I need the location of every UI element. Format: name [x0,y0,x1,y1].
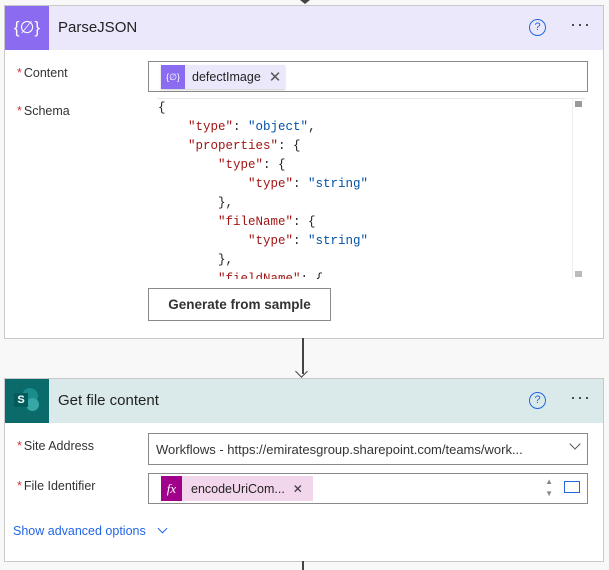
schema-label: * Schema [17,104,70,118]
site-address-value: Workflows - https://emiratesgroup.sharep… [156,442,523,457]
token-label: encodeUriCom... [191,481,285,496]
schema-line: }, [158,196,234,210]
schema-editor[interactable]: { "type": "object", "properties": { "typ… [157,98,585,279]
more-options-icon[interactable]: ··· [570,14,591,35]
schema-line: }, [158,253,234,267]
site-address-label: * Site Address [17,439,95,453]
content-token[interactable]: {∅} defectImage ✕ [161,65,286,89]
file-identifier-label: * File Identifier [17,479,96,493]
connector-line-bottom [302,561,304,570]
schema-line: "fieldName": { [218,272,324,279]
schema-line: "type": "string" [248,234,369,248]
site-address-dropdown[interactable]: Workflows - https://emiratesgroup.sharep… [148,433,588,465]
get-file-content-card: S Get file content ? ··· * Site Address W… [4,378,604,562]
folder-icon[interactable] [564,481,580,493]
remove-token-icon[interactable]: ✕ [293,482,303,496]
variable-icon: {∅} [161,65,185,89]
editor-scrollbar[interactable] [572,99,585,279]
remove-token-icon[interactable]: ✕ [269,68,282,86]
card-header[interactable]: S Get file content ? ··· [5,379,603,423]
schema-line: "type": "string" [248,177,369,191]
parse-json-card: {∅} ParseJSON ? ··· * Content {∅} defectI… [4,5,604,339]
token-label: defectImage [192,70,261,84]
content-input[interactable]: {∅} defectImage ✕ [148,61,588,92]
card-header[interactable]: {∅} ParseJSON ? ··· [5,6,603,50]
connector-arrow-top [300,0,310,4]
schema-line: { [158,101,166,115]
parse-json-icon: {∅} [5,6,49,50]
card-title: Get file content [58,392,159,409]
scroll-arrows-icon[interactable]: ▲ ▼ [545,476,553,500]
chevron-down-icon [157,523,168,534]
help-icon[interactable]: ? [529,392,546,409]
generate-from-sample-button[interactable]: Generate from sample [148,288,331,321]
sharepoint-icon: S [5,379,49,423]
schema-line: "type": "object", [188,120,316,134]
schema-line: "type": { [218,158,286,172]
expression-token[interactable]: fx encodeUriCom... ✕ [161,476,313,501]
arrow-head [295,365,308,378]
help-icon[interactable]: ? [529,19,546,36]
card-title: ParseJSON [58,19,138,36]
file-identifier-input[interactable]: fx encodeUriCom... ✕ ▲ ▼ [148,473,588,504]
content-label: * Content [17,66,68,80]
schema-line: "properties": { [188,139,301,153]
chevron-down-icon[interactable] [569,438,581,450]
show-advanced-options-link[interactable]: Show advanced options [13,523,168,538]
function-icon: fx [161,476,182,501]
schema-line: "fileName": { [218,215,316,229]
more-options-icon[interactable]: ··· [570,387,591,408]
